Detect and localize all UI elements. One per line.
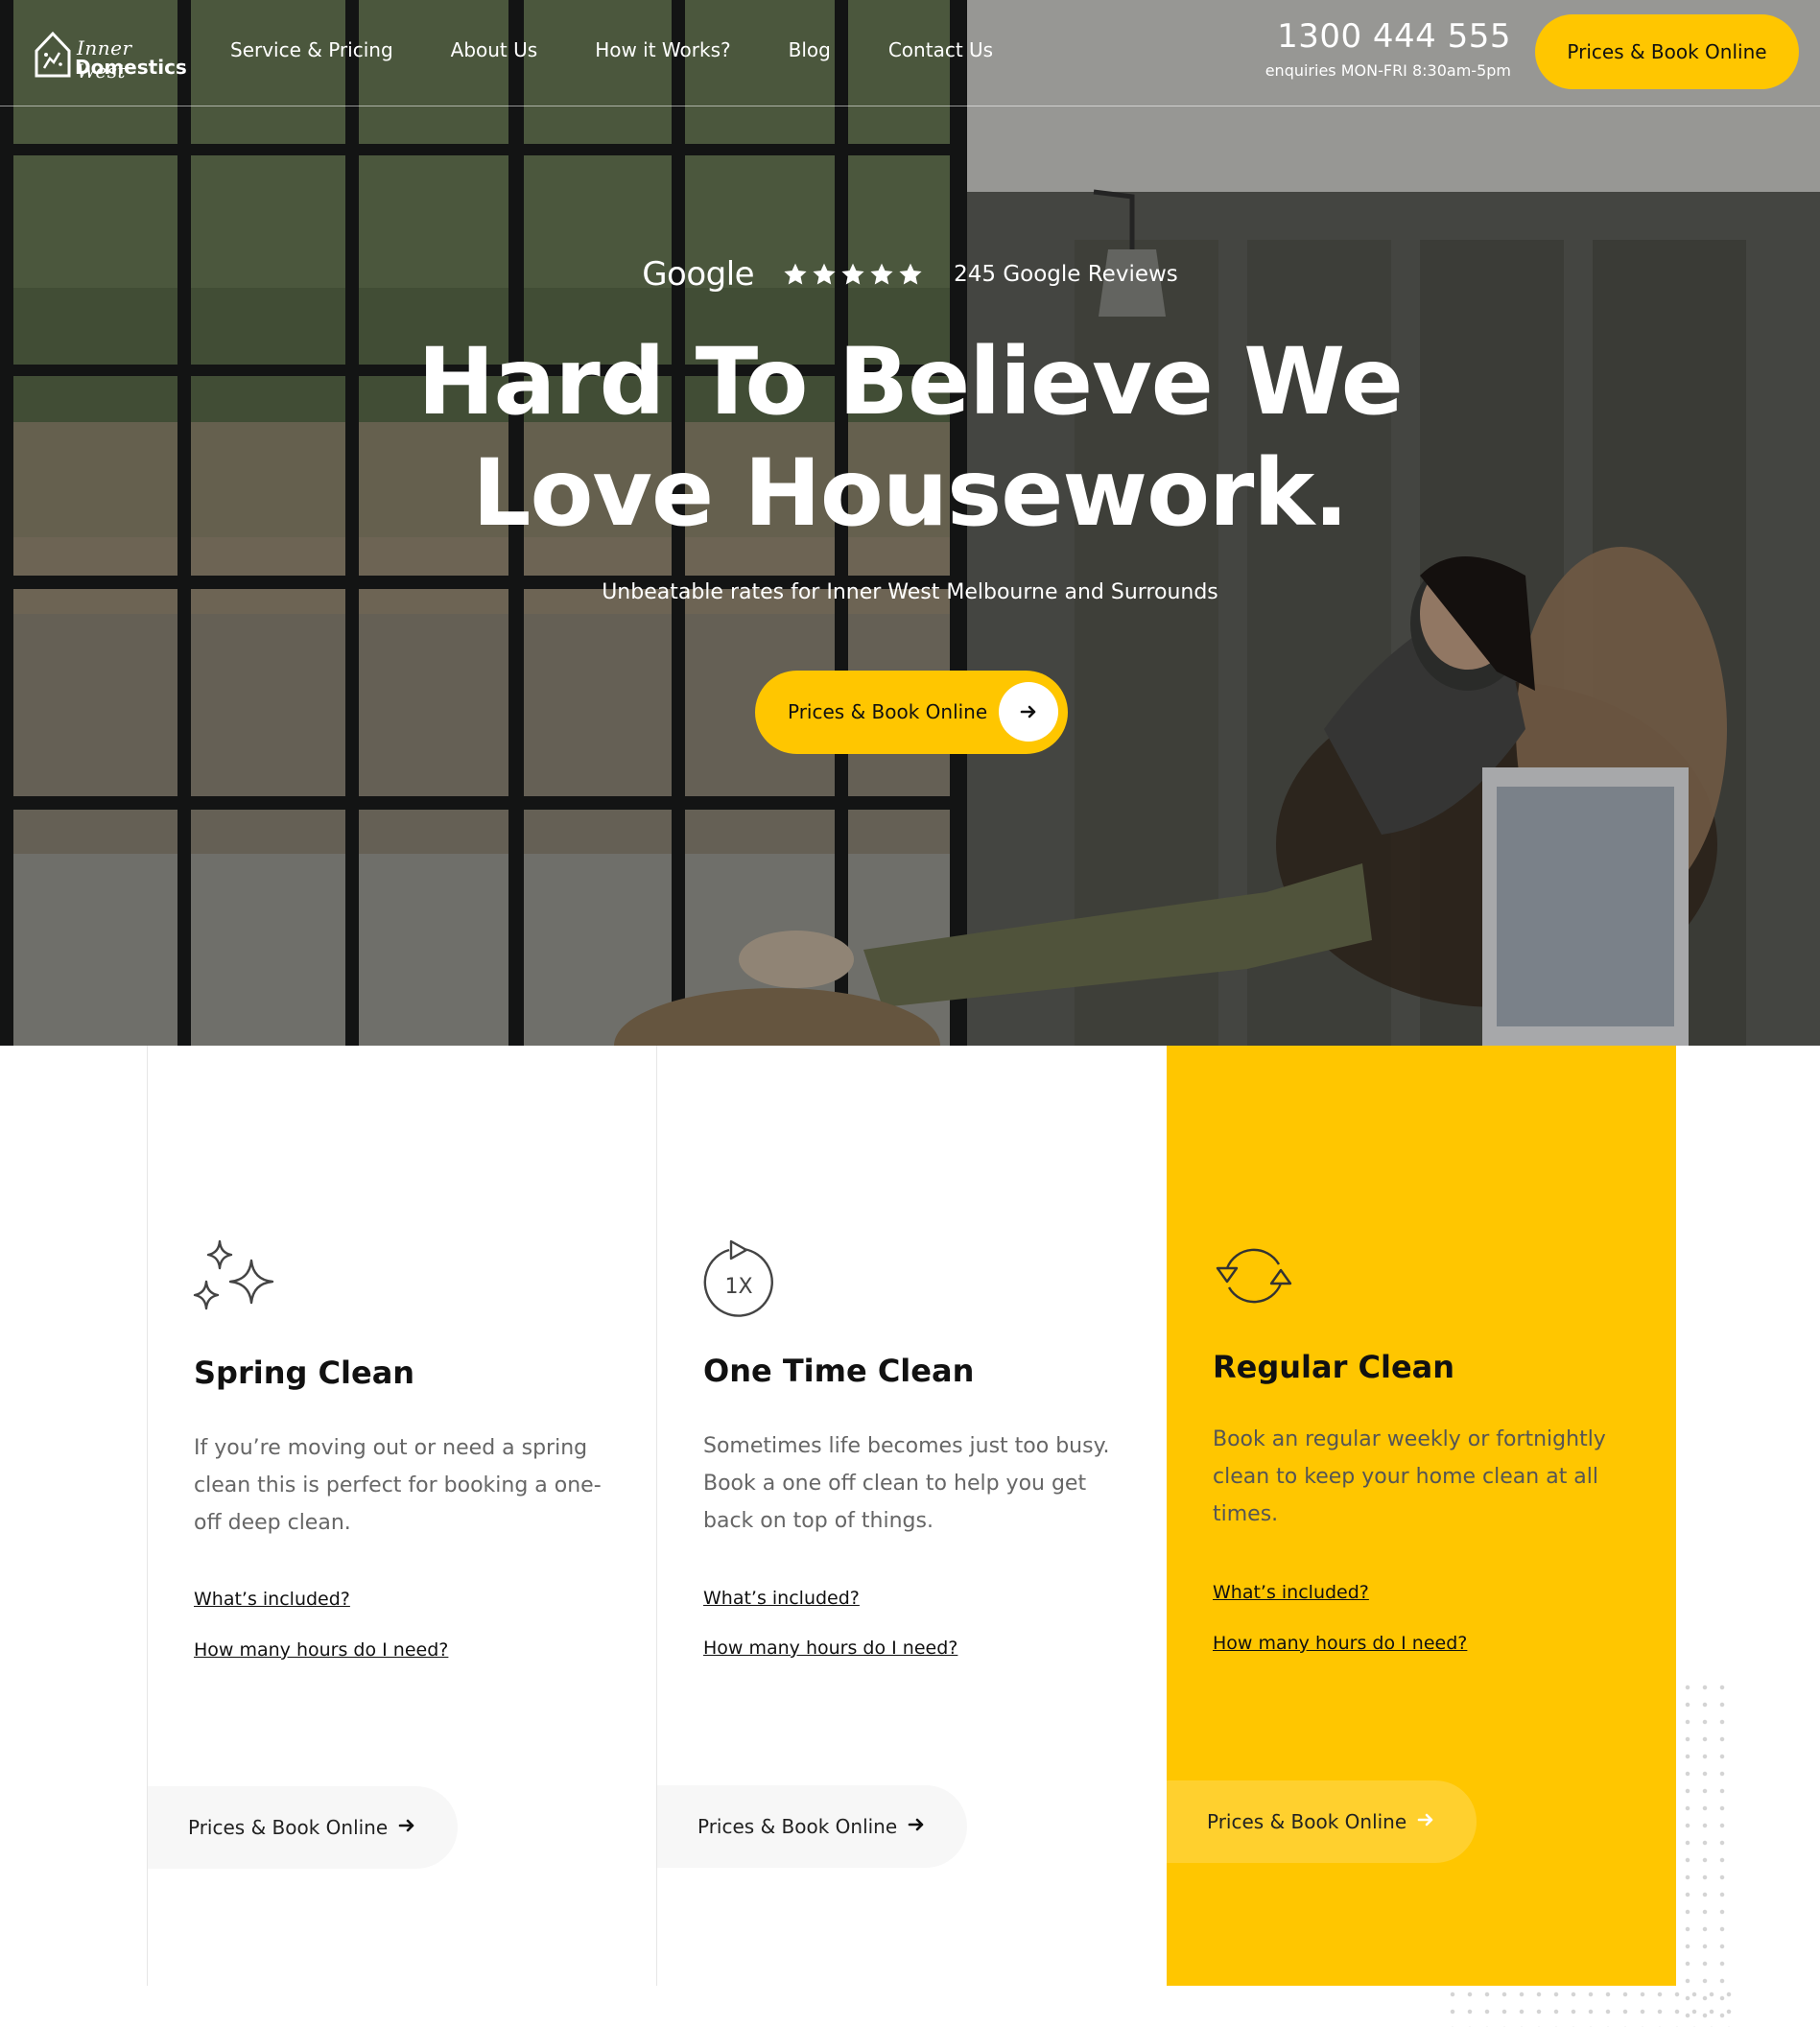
star-icon xyxy=(813,263,836,285)
hero-subline: Unbeatable rates for Inner West Melbourn… xyxy=(602,580,1218,604)
one-time-icon: 1X xyxy=(700,1237,777,1322)
header-book-button[interactable]: Prices & Book Online xyxy=(1535,14,1799,89)
site-header: Inner West Domestics Service & Pricing A… xyxy=(0,0,1820,106)
star-icon xyxy=(841,263,864,285)
hours-needed-link[interactable]: How many hours do I need? xyxy=(194,1639,448,1661)
service-book-button[interactable]: Prices & Book Online xyxy=(1167,1780,1477,1863)
service-title: One Time Clean xyxy=(703,1353,975,1389)
service-book-label: Prices & Book Online xyxy=(188,1816,389,1839)
decorative-dot-grid xyxy=(1679,1679,1737,2024)
brand-line2: Domestics xyxy=(75,56,187,79)
nav-about-us[interactable]: About Us xyxy=(451,38,538,61)
one-time-icon-text: 1X xyxy=(724,1275,752,1299)
google-reviews[interactable]: Google 245 Google Reviews xyxy=(0,255,1820,294)
service-description: Book an regular weekly or fortnightly cl… xyxy=(1213,1427,1606,1526)
star-icon xyxy=(870,263,893,285)
decorative-dot-grid xyxy=(1444,1986,1737,2027)
service-book-button[interactable]: Prices & Book Online xyxy=(657,1785,967,1868)
service-book-label: Prices & Book Online xyxy=(697,1815,898,1838)
service-card-regular-clean: Regular Clean Book an regular weekly or … xyxy=(1167,1046,1676,1986)
arrow-right-icon xyxy=(398,1819,414,1832)
main-nav: Service & Pricing About Us How it Works?… xyxy=(230,38,1051,61)
arrow-right-icon xyxy=(908,1818,924,1831)
service-card-spring-clean: Spring Clean If you’re moving out or nee… xyxy=(147,1046,656,1986)
hours-needed-link[interactable]: How many hours do I need? xyxy=(703,1638,957,1659)
nav-service-pricing[interactable]: Service & Pricing xyxy=(230,38,393,61)
service-title: Regular Clean xyxy=(1213,1349,1455,1385)
brand-logo[interactable]: Inner West Domestics xyxy=(33,26,187,82)
enquiry-hours: enquiries MON-FRI 8:30am-5pm xyxy=(1265,61,1511,80)
service-book-label: Prices & Book Online xyxy=(1207,1810,1407,1833)
arrow-right-icon xyxy=(999,682,1058,742)
refresh-cycle-icon xyxy=(1210,1237,1298,1318)
headline-line1: Hard To Believe We xyxy=(417,328,1404,436)
hero-section: Inner West Domestics Service & Pricing A… xyxy=(0,0,1820,1046)
nav-contact-us[interactable]: Contact Us xyxy=(888,38,993,61)
whats-included-link[interactable]: What’s included? xyxy=(194,1589,350,1610)
phone-number[interactable]: 1300 444 555 xyxy=(1265,17,1511,56)
hero-book-button[interactable]: Prices & Book Online xyxy=(755,671,1068,754)
star-icon xyxy=(784,263,807,285)
hero-book-label: Prices & Book Online xyxy=(788,700,988,723)
service-description: Sometimes life becomes just too busy. Bo… xyxy=(703,1434,1110,1533)
rating-stars xyxy=(783,262,927,287)
service-card-one-time-clean: 1X One Time Clean Sometimes life becomes… xyxy=(656,1046,1167,1986)
sparkle-icon xyxy=(191,1237,279,1324)
whats-included-link[interactable]: What’s included? xyxy=(1213,1582,1369,1603)
hero-headline: Hard To Believe We Love Housework. xyxy=(0,326,1820,549)
arrow-right-icon xyxy=(1417,1813,1433,1827)
nav-how-it-works[interactable]: How it Works? xyxy=(595,38,730,61)
service-book-button[interactable]: Prices & Book Online xyxy=(148,1786,458,1869)
hours-needed-link[interactable]: How many hours do I need? xyxy=(1213,1633,1467,1654)
whats-included-link[interactable]: What’s included? xyxy=(703,1588,860,1609)
google-wordmark: Google xyxy=(642,255,755,294)
headline-line2: Love Housework. xyxy=(472,439,1348,547)
service-description: If you’re moving out or need a spring cl… xyxy=(194,1436,602,1535)
nav-blog[interactable]: Blog xyxy=(789,38,831,61)
star-icon xyxy=(899,263,922,285)
house-logo-icon xyxy=(35,31,71,78)
service-title: Spring Clean xyxy=(194,1355,415,1391)
contact-block: 1300 444 555 enquiries MON-FRI 8:30am-5p… xyxy=(1265,17,1511,80)
reviews-count: 245 Google Reviews xyxy=(954,262,1178,287)
